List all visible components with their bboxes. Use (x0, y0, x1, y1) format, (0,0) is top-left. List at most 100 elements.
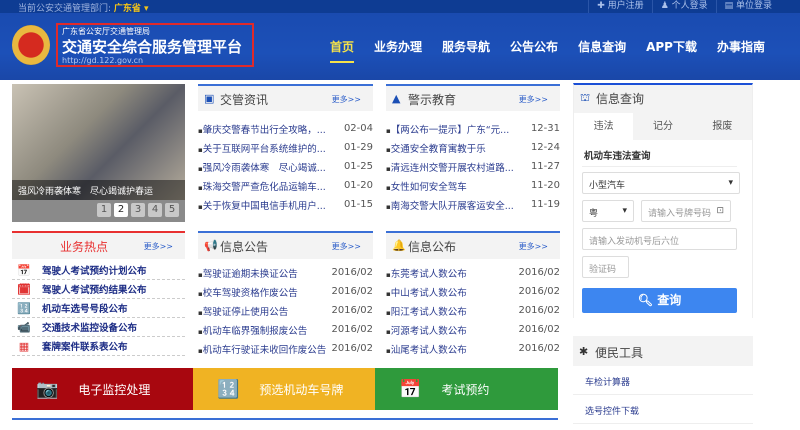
item-title[interactable]: 珠海交警严查危化品运输车... (198, 179, 326, 193)
item-title[interactable]: 阳江考试人数公布 (386, 304, 467, 318)
item-title[interactable]: 汕尾考试人数公布 (386, 342, 467, 356)
list-item[interactable]: 驾驶证逾期未换证公告 2016/02 (198, 263, 373, 282)
main-nav: 首页 业务办理 服务导航 公告公布 信息查询 APP下载 办事指南 (330, 38, 785, 63)
item-title[interactable]: 驾驶证逾期未换证公告 (198, 266, 298, 280)
item-title[interactable]: 机动车临界强制报废公告 (198, 323, 308, 337)
dropdown-arrow-icon: ▾ (622, 206, 627, 216)
nav-guide[interactable]: 办事指南 (717, 38, 765, 63)
item-date: 01-20 (343, 180, 373, 191)
item-title[interactable]: 关于恢复中国电信手机用户... (198, 198, 326, 212)
hot-item[interactable]: 🔢 机动车选号号段公布 (12, 299, 185, 318)
list-item[interactable]: 强风冷雨袭体寒 尽心竭诚... 01-25 (198, 157, 373, 176)
more-link[interactable]: 更多>> (332, 94, 361, 105)
inspection-calculator-link[interactable]: 车检计算器 (573, 366, 753, 395)
exam-booking-banner[interactable]: 📅 考试预约 (375, 368, 558, 410)
list-item[interactable]: 阳江考试人数公布 2016/02 (386, 301, 560, 320)
list-item[interactable]: 肇庆交警春节出行全攻略，... 02-04 (198, 119, 373, 138)
divider (12, 418, 558, 420)
hot-item[interactable]: 🗓 驾驶人考试预约结果公布 (12, 280, 185, 299)
image-slider[interactable]: 强风冷雨袭体寒 尽心竭诚护春运 1 2 3 4 5 (12, 84, 185, 222)
list-item[interactable]: 【两公布一提示】广东“元... 12-31 (386, 119, 560, 138)
item-title[interactable]: 强风冷雨袭体寒 尽心竭诚... (198, 160, 326, 174)
item-date: 12-24 (530, 142, 560, 153)
hot-item[interactable]: 📅 驾驶人考试预约计划公布 (12, 261, 185, 280)
item-title[interactable]: 河源考试人数公布 (386, 323, 467, 337)
tab-points[interactable]: 记分 (633, 113, 692, 140)
nav-announcements[interactable]: 公告公布 (510, 38, 558, 63)
query-button[interactable]: 🔍︎ 查询 (582, 288, 737, 313)
slide-page-3[interactable]: 3 (131, 203, 145, 217)
item-date: 2016/02 (518, 305, 560, 316)
warning-education-panel: ▲警示教育更多>> 【两公布一提示】广东“元...12-31交通安全教育寓教于乐… (386, 84, 560, 214)
slide-page-1[interactable]: 1 (97, 203, 111, 217)
slide-caption[interactable]: 强风冷雨袭体寒 尽心竭诚护春运 (12, 180, 185, 200)
more-link[interactable]: 更多>> (519, 241, 548, 252)
list-item[interactable]: 清远连州交警开展农村道路... 11-27 (386, 157, 560, 176)
vehicle-type-select[interactable]: 小型汽车 ▾ (582, 172, 740, 194)
nav-info-query[interactable]: 信息查询 (578, 38, 626, 63)
more-link[interactable]: 更多>> (144, 241, 173, 252)
item-title[interactable]: 关于互联网平台系统维护的... (198, 141, 326, 155)
list-item[interactable]: 驾驶证停止使用公告 2016/02 (198, 301, 373, 320)
hot-item[interactable]: ▦ 套牌案件联系表公布 (12, 337, 185, 356)
tab-scrap[interactable]: 报废 (693, 113, 752, 140)
list-item[interactable]: 关于互联网平台系统维护的... 01-29 (198, 138, 373, 157)
item-title[interactable]: 校车驾驶资格作废公告 (198, 285, 298, 299)
list-item[interactable]: 东莞考试人数公布 2016/02 (386, 263, 560, 282)
nav-home[interactable]: 首页 (330, 38, 355, 63)
asterisk-icon: ✱ (579, 345, 589, 358)
item-title[interactable]: 驾驶证停止使用公告 (198, 304, 289, 318)
item-date: 2016/02 (331, 343, 373, 354)
slide-page-5[interactable]: 5 (165, 203, 179, 217)
plate-selection-banner[interactable]: 🔢 预选机动车号牌 (193, 368, 375, 410)
camera-icon: 📷 (36, 378, 59, 400)
query-icon: ⛫ (580, 91, 591, 104)
slide-page-4[interactable]: 4 (148, 203, 162, 217)
tab-violation[interactable]: 违法 (574, 113, 634, 140)
e-monitor-banner[interactable]: 📷 电子监控处理 (12, 368, 193, 410)
monitor-device-icon: 📹 (17, 320, 31, 334)
list-item[interactable]: 机动车行驶证未收回作废公告 2016/02 (198, 339, 373, 358)
item-date: 11-19 (530, 199, 560, 210)
unit-login-link[interactable]: ▤ 单位登录 (715, 0, 780, 13)
more-link[interactable]: 更多>> (332, 241, 361, 252)
list-item[interactable]: 交通安全教育寓教于乐 12-24 (386, 138, 560, 157)
list-item[interactable]: 校车驾驶资格作废公告 2016/02 (198, 282, 373, 301)
item-date: 01-15 (343, 199, 373, 210)
top-bar: 当前公安交通管理部门: 广东省 ▾ ✚ 用户注册 ♟ 个人登录 ▤ 单位登录 (0, 0, 800, 14)
item-title[interactable]: 交通安全教育寓教于乐 (386, 141, 486, 155)
item-title[interactable]: 机动车行驶证未收回作废公告 (198, 342, 327, 356)
item-title[interactable]: 女性如何安全驾车 (386, 179, 467, 193)
item-title[interactable]: 南海交警大队开展客运安全... (386, 198, 514, 212)
engine-number-input[interactable]: 请输入发动机号后六位 (582, 228, 737, 250)
number-plate-icon: 🔢 (217, 378, 240, 400)
item-title[interactable]: 【两公布一提示】广东“元... (386, 122, 509, 136)
nav-service-guide[interactable]: 服务导航 (442, 38, 490, 63)
list-item[interactable]: 关于恢复中国电信手机用户... 01-15 (198, 195, 373, 214)
list-item[interactable]: 女性如何安全驾车 11-20 (386, 176, 560, 195)
plate-control-download-link[interactable]: 选号控件下载 (573, 395, 753, 424)
register-link[interactable]: ✚ 用户注册 (588, 0, 651, 13)
item-title[interactable]: 清远连州交警开展农村道路... (386, 160, 514, 174)
news-panel: ▣交管资讯更多>> 肇庆交警春节出行全攻略，...02-04关于互联网平台系统维… (198, 84, 373, 214)
site-title-block[interactable]: 广东省公安厅交通管理局 交通安全综合服务管理平台 http://gd.122.g… (56, 23, 254, 67)
more-link[interactable]: 更多>> (519, 94, 548, 105)
captcha-input[interactable]: 验证码 (582, 256, 629, 278)
nav-business[interactable]: 业务办理 (374, 38, 422, 63)
item-title[interactable]: 中山考试人数公布 (386, 285, 467, 299)
personal-login-link[interactable]: ♟ 个人登录 (651, 0, 716, 13)
nav-app-download[interactable]: APP下载 (646, 38, 697, 63)
slide-page-2[interactable]: 2 (114, 203, 128, 217)
info-query-panel: ⛫ 信息查询 违法 记分 报废 机动车违法查询 小型汽车 ▾ 粤 ▾ 请输入号牌号码 ⊡… (573, 83, 753, 318)
list-item[interactable]: 汕尾考试人数公布 2016/02 (386, 339, 560, 358)
plate-number-input[interactable]: 请输入号牌号码 ⊡ (641, 200, 731, 222)
item-title[interactable]: 东莞考试人数公布 (386, 266, 467, 280)
list-item[interactable]: 河源考试人数公布 2016/02 (386, 320, 560, 339)
list-item[interactable]: 中山考试人数公布 2016/02 (386, 282, 560, 301)
hot-item[interactable]: 📹 交通技术监控设备公布 (12, 318, 185, 337)
list-item[interactable]: 珠海交警严查危化品运输车... 01-20 (198, 176, 373, 195)
list-item[interactable]: 南海交警大队开展客运安全... 11-19 (386, 195, 560, 214)
province-select[interactable]: 粤 ▾ (582, 200, 634, 222)
list-item[interactable]: 机动车临界强制报废公告 2016/02 (198, 320, 373, 339)
item-title[interactable]: 肇庆交警春节出行全攻略，... (198, 122, 326, 136)
